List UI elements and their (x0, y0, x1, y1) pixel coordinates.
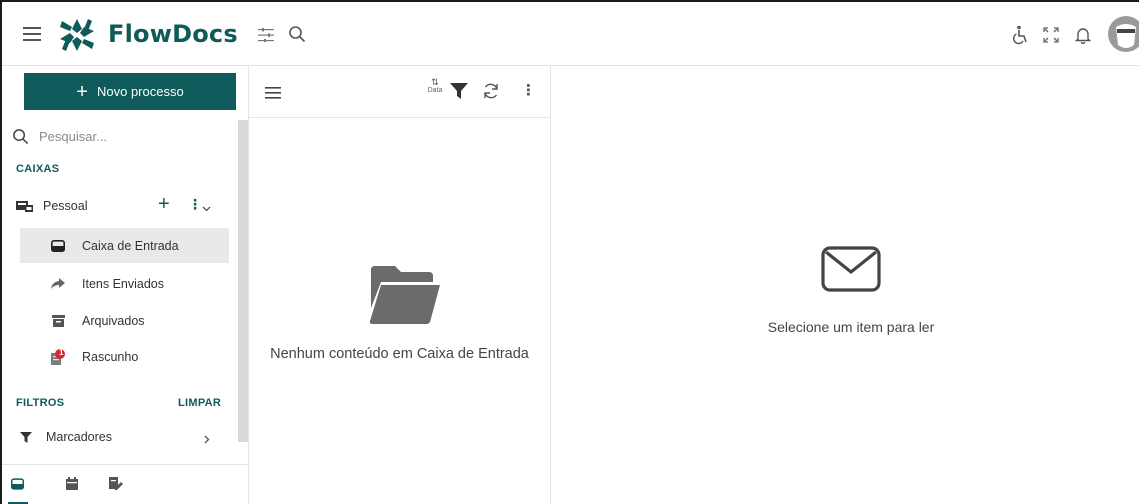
hamburger-icon[interactable] (22, 24, 42, 44)
sidebar-item-drafts[interactable]: 1 Rascunho (20, 339, 229, 374)
sidebar-item-label: Rascunho (82, 349, 139, 364)
sort-label: Data (427, 87, 443, 94)
sidebar-item-label: Caixa de Entrada (82, 238, 179, 253)
new-process-button[interactable]: + Novo processo (24, 73, 236, 110)
sidebar-bottom-bar (2, 464, 249, 504)
edit-document-icon[interactable] (109, 477, 123, 495)
more-vertical-icon[interactable]: ⋮ (188, 197, 202, 211)
empty-reader-message: Selecione um item para ler (767, 319, 935, 335)
calendar-icon[interactable] (66, 477, 78, 495)
draft-icon: 1 (48, 347, 68, 365)
inbox-icon (48, 239, 68, 252)
sidebar-scrollbar[interactable] (238, 120, 248, 442)
chevron-right-icon (204, 433, 210, 447)
sliders-icon[interactable] (257, 26, 275, 44)
list-menu-icon[interactable] (265, 86, 281, 104)
bell-icon[interactable] (1074, 25, 1092, 45)
open-folder-icon (369, 266, 441, 329)
more-vertical-icon[interactable]: ⋮ (521, 81, 536, 99)
mailbox-icon (16, 199, 33, 214)
box-name: Pessoal (43, 199, 88, 213)
box-personal[interactable]: Pessoal + ⋮ (16, 188, 232, 224)
search-input[interactable] (39, 128, 229, 144)
accessibility-icon[interactable] (1010, 25, 1030, 45)
sidebar-item-archived[interactable]: Arquivados (20, 303, 229, 338)
app-window: FlowDocs + Novo processo Pesquisar... CA… (0, 0, 1139, 504)
add-box-icon[interactable]: + (158, 194, 170, 214)
top-bar: FlowDocs (2, 2, 1139, 66)
search-icon (12, 128, 29, 145)
flowdocs-logo (57, 16, 97, 54)
refresh-icon[interactable] (482, 82, 500, 105)
empty-list-message: Nenhum conteúdo em Caixa de Entrada (270, 346, 529, 362)
search-icon[interactable] (287, 24, 307, 44)
list-toolbar: ⇅ Data ⋮ (249, 66, 550, 118)
fullscreen-icon[interactable] (1042, 26, 1060, 44)
reading-pane: Selecione um item para ler (551, 66, 1139, 504)
sidebar-search (2, 120, 238, 152)
filter-tags-label: Marcadores (46, 430, 112, 444)
sort-arrows-icon: ⇅ (431, 77, 439, 87)
plus-icon: + (76, 80, 88, 103)
sidebar-item-sent[interactable]: Itens Enviados (20, 266, 229, 301)
sidebar-item-label: Itens Enviados (82, 276, 164, 291)
brand-name: FlowDocs (108, 20, 238, 48)
sort-by-date-button[interactable]: ⇅ Data (426, 77, 444, 95)
message-list-panel: ⇅ Data ⋮ Nenhum conteúdo em Caixa de Ent… (249, 66, 551, 504)
archive-icon (48, 314, 68, 327)
chevron-down-icon[interactable] (202, 199, 211, 217)
filter-icon (20, 431, 32, 443)
boxes-section-title: CAIXAS (16, 163, 60, 175)
sidebar: + Novo processo CAIXAS Pessoal + ⋮ (2, 66, 249, 504)
draft-badge: 1 (59, 347, 64, 357)
envelope-icon (821, 246, 881, 297)
share-arrow-icon (48, 278, 68, 289)
inbox-icon[interactable] (11, 477, 24, 495)
filters-section-title: FILTROS (16, 397, 65, 409)
filter-icon[interactable] (450, 83, 468, 104)
clear-filters-link[interactable]: LIMPAR (178, 397, 221, 409)
filter-tags[interactable]: Marcadores (16, 422, 218, 452)
avatar[interactable] (1106, 15, 1139, 53)
sidebar-item-label: Arquivados (82, 313, 145, 328)
sidebar-item-inbox[interactable]: Caixa de Entrada (20, 228, 229, 263)
new-process-label: Novo processo (96, 84, 184, 99)
